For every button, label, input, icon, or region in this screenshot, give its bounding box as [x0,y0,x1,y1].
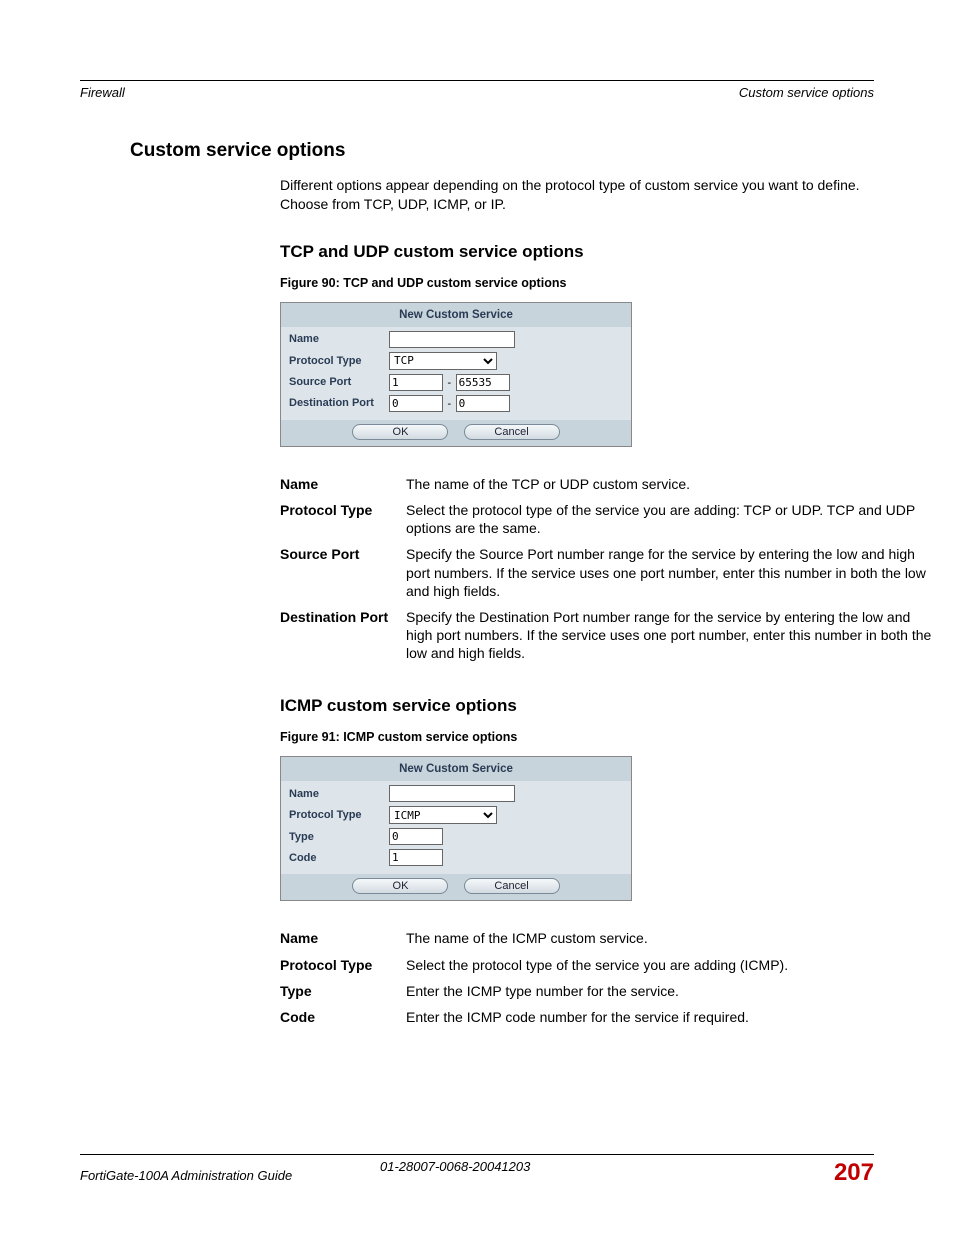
dash-separator: - [446,397,453,410]
label-code: Code [289,852,389,864]
def-desc: Enter the ICMP code number for the servi… [406,1004,940,1030]
name-input[interactable] [389,785,515,802]
footer-left: FortiGate-100A Administration Guide [80,1168,292,1183]
tcp-heading: TCP and UDP custom service options [280,242,874,262]
figure-91-caption: Figure 91: ICMP custom service options [280,730,874,744]
page-footer: FortiGate-100A Administration Guide 01-2… [80,1154,874,1187]
label-name: Name [289,788,389,800]
def-term: Code [280,1004,406,1030]
def-term: Protocol Type [280,952,406,978]
def-desc: Specify the Source Port number range for… [406,541,940,604]
label-type: Type [289,831,389,843]
icmp-form-title: New Custom Service [281,757,631,781]
figure-90-caption: Figure 90: TCP and UDP custom service op… [280,276,874,290]
def-desc: Select the protocol type of the service … [406,952,940,978]
table-row: NameThe name of the ICMP custom service. [280,925,940,951]
table-row: CodeEnter the ICMP code number for the s… [280,1004,940,1030]
table-row: Source PortSpecify the Source Port numbe… [280,541,940,604]
def-term: Source Port [280,541,406,604]
def-desc: Enter the ICMP type number for the servi… [406,978,940,1004]
ok-button[interactable]: OK [352,424,448,440]
table-row: Protocol TypeSelect the protocol type of… [280,497,940,541]
protocol-type-select[interactable]: TCP [389,352,497,370]
def-term: Name [280,925,406,951]
def-term: Name [280,471,406,497]
dest-port-high-input[interactable] [456,395,510,412]
type-input[interactable] [389,828,443,845]
label-source-port: Source Port [289,376,389,388]
tcp-definitions-table: NameThe name of the TCP or UDP custom se… [280,471,940,667]
def-desc: The name of the ICMP custom service. [406,925,940,951]
cancel-button[interactable]: Cancel [464,424,560,440]
table-row: Destination PortSpecify the Destination … [280,604,940,667]
def-desc: Select the protocol type of the service … [406,497,940,541]
label-destination-port: Destination Port [289,397,389,409]
def-term: Destination Port [280,604,406,667]
intro-paragraph: Different options appear depending on th… [280,176,874,214]
source-port-high-input[interactable] [456,374,510,391]
footer-mid: 01-28007-0068-20041203 [380,1159,530,1174]
section-title: Custom service options [130,140,874,162]
tcp-form: New Custom Service Name Protocol Type TC… [280,302,632,447]
code-input[interactable] [389,849,443,866]
dash-separator: - [446,376,453,389]
icmp-definitions-table: NameThe name of the ICMP custom service.… [280,925,940,1030]
label-name: Name [289,333,389,345]
tcp-form-title: New Custom Service [281,303,631,327]
dest-port-low-input[interactable] [389,395,443,412]
table-row: TypeEnter the ICMP type number for the s… [280,978,940,1004]
def-term: Protocol Type [280,497,406,541]
def-term: Type [280,978,406,1004]
header-right: Custom service options [739,85,874,100]
table-row: Protocol TypeSelect the protocol type of… [280,952,940,978]
icmp-form: New Custom Service Name Protocol Type IC… [280,756,632,901]
table-row: NameThe name of the TCP or UDP custom se… [280,471,940,497]
header-left: Firewall [80,85,125,100]
page-number: 207 [834,1159,874,1187]
cancel-button[interactable]: Cancel [464,878,560,894]
icmp-heading: ICMP custom service options [280,696,874,716]
label-protocol-type: Protocol Type [289,355,389,367]
def-desc: Specify the Destination Port number rang… [406,604,940,667]
name-input[interactable] [389,331,515,348]
source-port-low-input[interactable] [389,374,443,391]
protocol-type-select[interactable]: ICMP [389,806,497,824]
ok-button[interactable]: OK [352,878,448,894]
running-header: Firewall Custom service options [80,85,874,100]
def-desc: The name of the TCP or UDP custom servic… [406,471,940,497]
label-protocol-type: Protocol Type [289,809,389,821]
